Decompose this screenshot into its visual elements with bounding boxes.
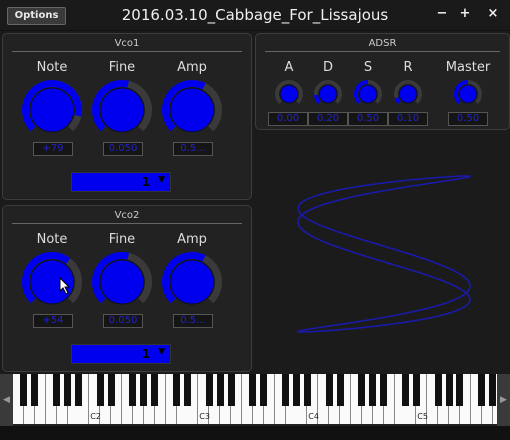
- piano-black-key[interactable]: [53, 374, 61, 406]
- vco2-amp-label: Amp: [177, 232, 207, 247]
- close-button[interactable]: ×: [483, 6, 503, 22]
- vco2-note-value[interactable]: +54: [33, 314, 73, 328]
- piano-black-key[interactable]: [173, 374, 180, 406]
- lissajous-scope: [297, 175, 471, 333]
- vco2-waveform-combobox[interactable]: 1 ▼: [71, 344, 171, 364]
- piano-black-key[interactable]: [140, 374, 148, 406]
- piano-black-key[interactable]: [369, 374, 377, 406]
- vco1-panel: Vco1 Note Fine Amp +79 0.050 0.5... 1 ▼: [2, 33, 252, 200]
- minimize-button[interactable]: −: [432, 6, 452, 22]
- adsr-attack-value[interactable]: 0.00: [268, 112, 308, 126]
- vco1-amp-value[interactable]: 0.5...: [173, 142, 213, 156]
- piano-black-key[interactable]: [358, 374, 366, 406]
- adsr-s-label: S: [363, 60, 373, 75]
- vco2-panel: Vco2 Note Fine Amp +54 0.050 0.5... 1 ▼: [2, 205, 252, 372]
- vco1-combo-value: 1: [141, 175, 150, 189]
- vco2-note-knob[interactable]: [21, 251, 83, 313]
- chevron-down-icon: ▼: [158, 175, 165, 185]
- vco1-fine-knob[interactable]: [91, 79, 153, 141]
- vco2-title: Vco2: [114, 210, 140, 221]
- piano-black-key[interactable]: [20, 374, 28, 406]
- piano-black-key[interactable]: [260, 374, 268, 406]
- vco1-note-value[interactable]: +79: [33, 142, 73, 156]
- adsr-release-value[interactable]: 0.10: [388, 112, 428, 126]
- adsr-d-label: D: [322, 60, 333, 75]
- piano-black-key[interactable]: [107, 374, 115, 406]
- chevron-down-icon: ▼: [158, 347, 165, 357]
- piano-black-key[interactable]: [74, 374, 82, 406]
- piano-black-key[interactable]: [31, 374, 39, 406]
- piano-black-key[interactable]: [336, 374, 344, 406]
- piano-black-key[interactable]: [412, 374, 420, 406]
- piano-black-key[interactable]: [249, 374, 257, 406]
- piano-black-key[interactable]: [478, 374, 486, 406]
- piano-black-key[interactable]: [227, 374, 235, 406]
- adsr-master-value[interactable]: 0.50: [448, 112, 488, 126]
- maximize-button[interactable]: +: [455, 6, 475, 22]
- adsr-decay-value[interactable]: 0.20: [308, 112, 348, 126]
- octave-label: C4: [308, 412, 319, 421]
- octave-label: C5: [417, 412, 428, 421]
- piano-black-key[interactable]: [183, 374, 191, 406]
- vco1-waveform-combobox[interactable]: 1 ▼: [71, 172, 171, 192]
- keyboard-scroll-right-button[interactable]: ▶: [497, 374, 510, 426]
- adsr-attack-knob[interactable]: [274, 79, 304, 109]
- piano-black-key[interactable]: [282, 374, 289, 406]
- adsr-master-knob[interactable]: [453, 79, 483, 109]
- adsr-decay-knob[interactable]: [313, 79, 343, 109]
- piano-black-key[interactable]: [96, 374, 104, 406]
- piano-black-key[interactable]: [401, 374, 409, 406]
- octave-label: C2: [90, 412, 101, 421]
- vco1-title: Vco1: [114, 38, 140, 49]
- mouse-cursor-icon: [59, 277, 71, 295]
- adsr-sustain-knob[interactable]: [353, 79, 383, 109]
- piano-black-key[interactable]: [380, 374, 388, 406]
- piano-black-key[interactable]: [129, 374, 137, 406]
- vco1-fine-value[interactable]: 0.050: [103, 142, 143, 156]
- vco2-fine-value[interactable]: 0.050: [103, 314, 143, 328]
- piano-keyboard[interactable]: ◀ ▶ C2 C3 C4 C5: [0, 374, 510, 426]
- vco2-fine-knob[interactable]: [91, 251, 153, 313]
- piano-black-key[interactable]: [216, 374, 224, 406]
- adsr-master-label: Master: [445, 60, 491, 75]
- octave-label: C3: [199, 412, 210, 421]
- vco2-amp-knob[interactable]: [161, 251, 223, 313]
- piano-black-key[interactable]: [445, 374, 453, 406]
- options-button[interactable]: Options: [7, 7, 66, 25]
- vco1-fine-label: Fine: [108, 60, 136, 75]
- adsr-sustain-value[interactable]: 0.50: [348, 112, 388, 126]
- lissajous-curve: [297, 175, 471, 333]
- vco2-fine-label: Fine: [108, 232, 136, 247]
- adsr-panel: ADSR A D S R Master 0.00 0.20 0.50 0.10 …: [255, 33, 510, 130]
- vco1-amp-knob[interactable]: [161, 79, 223, 141]
- piano-black-key[interactable]: [456, 374, 464, 406]
- piano-black-key[interactable]: [151, 374, 159, 406]
- vco1-amp-label: Amp: [177, 60, 207, 75]
- piano-black-key[interactable]: [292, 374, 300, 406]
- vco2-combo-value: 1: [141, 347, 150, 361]
- piano-black-key[interactable]: [303, 374, 311, 406]
- adsr-title: ADSR: [368, 38, 397, 49]
- piano-black-key[interactable]: [325, 374, 333, 406]
- piano-black-key[interactable]: [434, 374, 442, 406]
- adsr-a-label: A: [284, 60, 294, 75]
- piano-black-key[interactable]: [64, 374, 71, 406]
- window-title: 2016.03.10_Cabbage_For_Lissajous: [121, 6, 389, 24]
- vco1-note-label: Note: [36, 60, 68, 75]
- vco2-amp-value[interactable]: 0.5...: [173, 314, 213, 328]
- vco1-note-knob[interactable]: [21, 79, 83, 141]
- adsr-release-knob[interactable]: [393, 79, 423, 109]
- keyboard-scroll-left-button[interactable]: ◀: [0, 374, 13, 426]
- piano-black-key[interactable]: [205, 374, 213, 406]
- status-bar: [0, 426, 510, 440]
- title-bar: Options 2016.03.10_Cabbage_For_Lissajous…: [0, 0, 510, 31]
- adsr-r-label: R: [403, 60, 413, 75]
- vco2-note-label: Note: [36, 232, 68, 247]
- piano-black-key[interactable]: [489, 374, 497, 406]
